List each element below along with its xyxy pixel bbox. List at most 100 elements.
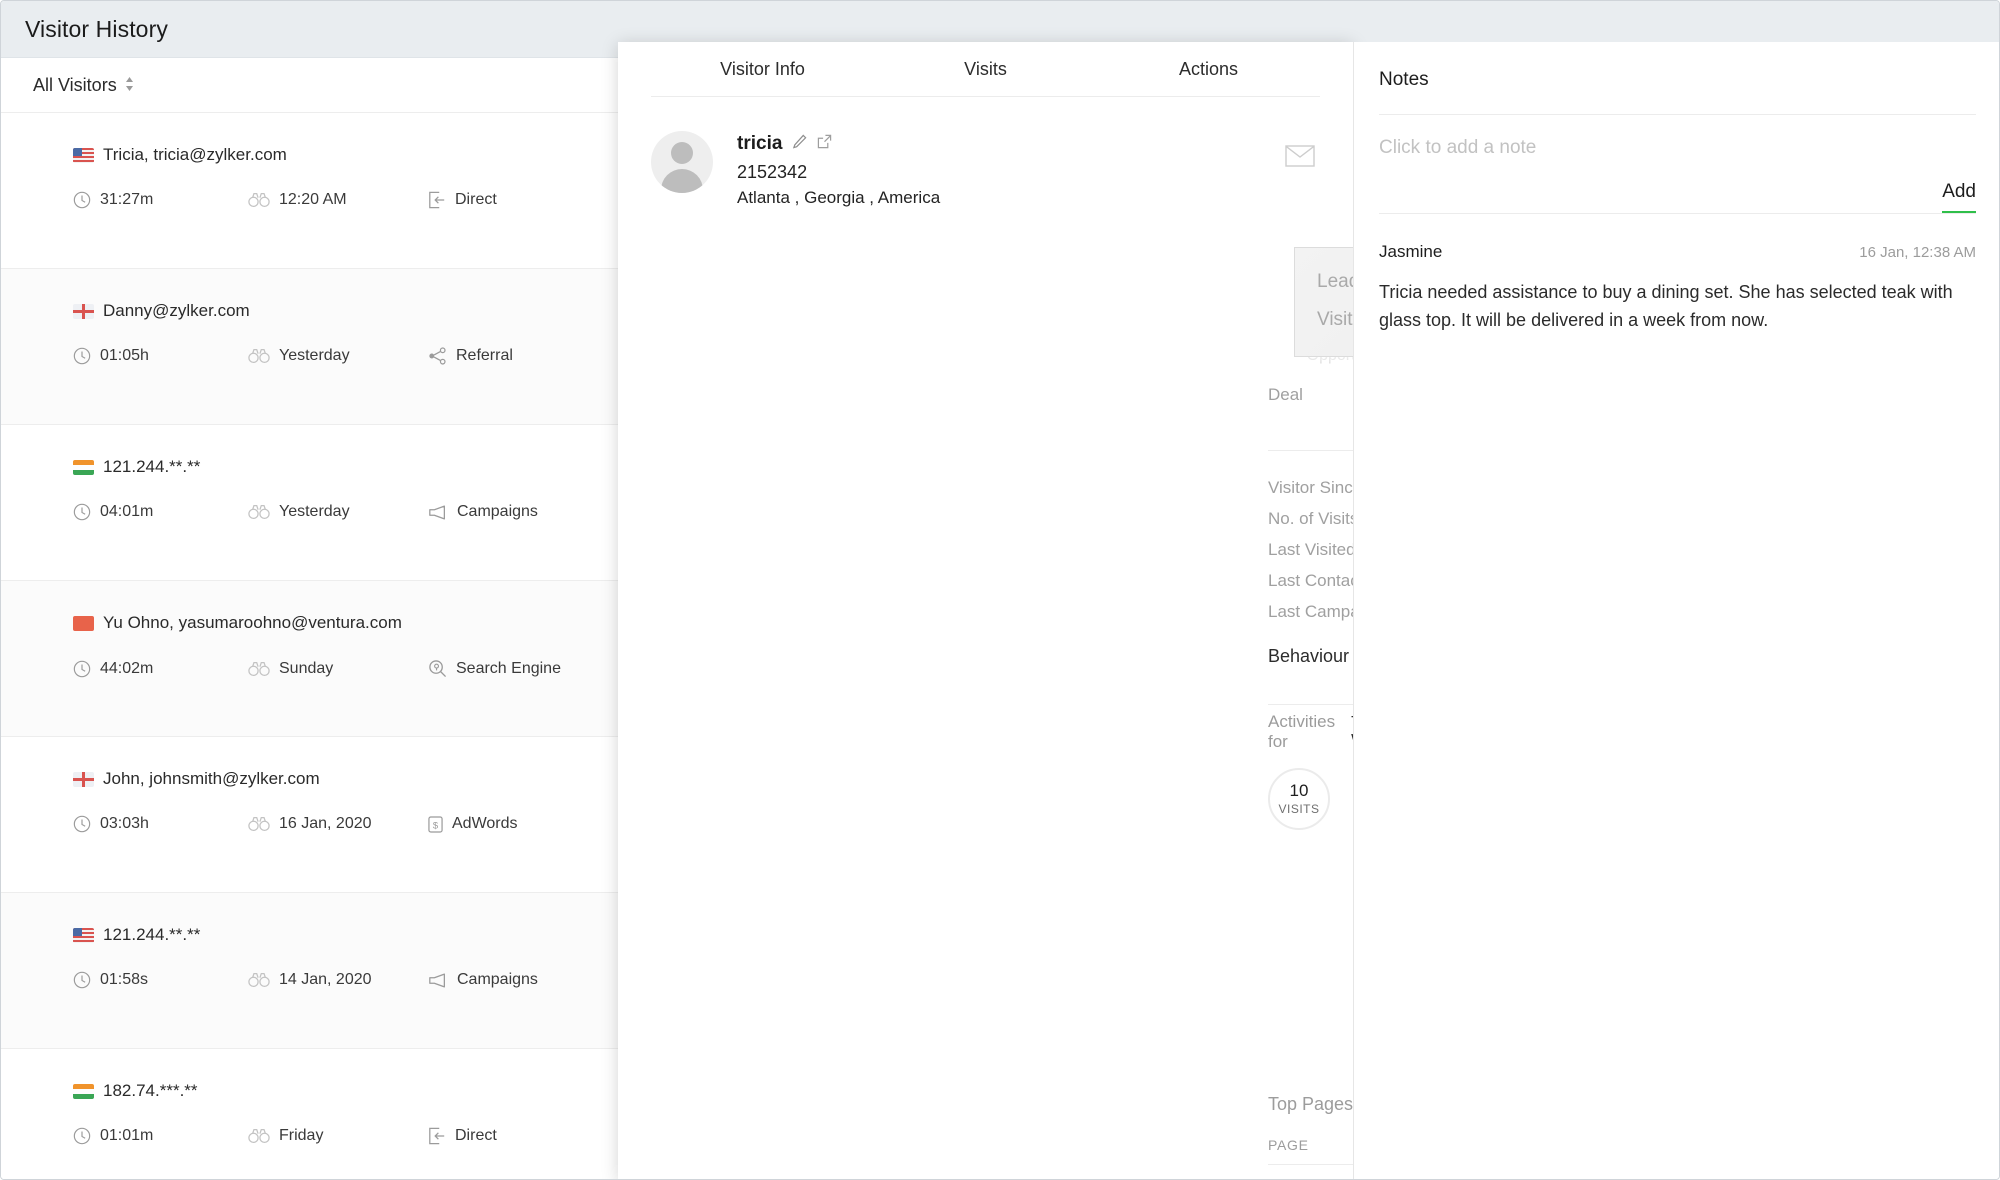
visitor-item-name: 121.244.**.** xyxy=(73,457,621,477)
visitor-item-name: Danny@zylker.com xyxy=(73,301,621,321)
visits-badge: 10 VISITS xyxy=(1268,768,1330,830)
direct-icon xyxy=(428,1127,446,1145)
adwords-icon: $ xyxy=(428,816,443,833)
last-seen: Friday xyxy=(248,1127,428,1145)
activities-label: Activities for xyxy=(1268,712,1335,752)
country-flag-icon xyxy=(73,928,94,943)
detail-last-contacted-by: Last Contacted by : JasmineviaChat xyxy=(1268,565,1353,596)
visitor-item-name: Yu Ohno, yasumaroohno@ventura.com xyxy=(73,613,621,633)
campaign-icon xyxy=(428,972,448,989)
detail-key: Last Visited xyxy=(1268,540,1353,560)
lead-score-row: Lead Score : 480 xyxy=(1317,266,1353,294)
envelope-icon[interactable] xyxy=(1285,145,1315,172)
visitor-detail-card: Visitor Info Visits Actions tricia 21523… xyxy=(618,42,1353,1180)
binoculars-icon xyxy=(248,972,270,988)
visitor-list-item[interactable]: John, johnsmith@zylker.com 03:03h16 Jan, … xyxy=(1,737,621,893)
note-date: 16 Jan, 12:38 AM xyxy=(1859,244,1976,261)
tab-actions[interactable]: Actions xyxy=(1097,59,1320,80)
traffic-source: Direct xyxy=(428,191,497,209)
detail-last-visited: Last Visited : Today xyxy=(1268,534,1353,565)
country-flag-icon xyxy=(73,148,94,163)
top-pages-header: PAGE VISITS TIME xyxy=(1268,1137,1353,1165)
detail-tabs: Visitor Info Visits Actions xyxy=(651,42,1320,97)
detail-last-campaign-sent: Last Campaign Sent : Easter Sale: Discou… xyxy=(1268,596,1353,627)
visits-count: 10 xyxy=(1290,782,1309,799)
visitor-name: tricia xyxy=(737,133,782,155)
clock-icon xyxy=(73,1127,91,1145)
visitor-item-name: John, johnsmith@zylker.com xyxy=(73,769,621,789)
add-note-button[interactable]: Add xyxy=(1942,181,1976,213)
clock-icon xyxy=(73,971,91,989)
visitor-list-item[interactable]: Yu Ohno, yasumaroohno@ventura.com44:02mS… xyxy=(1,581,621,737)
clock-icon xyxy=(73,660,91,678)
clock-icon xyxy=(73,191,91,209)
visitor-type-label: Visitor Type xyxy=(1317,309,1353,331)
country-flag-icon xyxy=(73,616,94,631)
tab-visitor-info[interactable]: Visitor Info xyxy=(651,59,874,80)
lead-score-card: Lead Score : 480 Visitor Type : Contact xyxy=(1294,247,1353,357)
visitor-history-app: Visitor History All Visitors Tricia, tri… xyxy=(0,0,2000,1180)
visitor-item-name: 121.244.**.** xyxy=(73,925,621,945)
subtab-behaviour[interactable]: Behaviour xyxy=(1268,646,1353,667)
visitor-list-item[interactable]: Tricia, tricia@zylker.com31:27m12:20 AMD… xyxy=(1,113,621,269)
visit-duration: 01:01m xyxy=(73,1127,248,1145)
detail-key: Visitor Since xyxy=(1268,478,1353,498)
traffic-source: Search Engine xyxy=(428,659,561,678)
traffic-source: Campaigns xyxy=(428,971,538,989)
binoculars-icon xyxy=(248,348,270,364)
sort-icon[interactable] xyxy=(125,77,134,94)
visitor-list-item[interactable]: Danny@zylker.com01:05hYesterdayReferral xyxy=(1,269,621,425)
behaviour-subtabs: Behaviour Zoho CRM Info xyxy=(1268,646,1353,667)
country-flag-icon xyxy=(73,304,94,319)
activities-filter: Activities for This Week This Month xyxy=(1268,712,1353,752)
tab-visits[interactable]: Visits xyxy=(874,59,1097,80)
visitor-filter-row[interactable]: All Visitors xyxy=(1,58,621,113)
referral-icon xyxy=(428,347,447,365)
detail-no-of-visits: No. of Visits : 201 xyxy=(1268,503,1353,534)
note-author: Jasmine xyxy=(1379,242,1442,262)
visitor-list-item[interactable]: 121.244.**.**01:58s14 Jan, 2020Campaigns xyxy=(1,893,621,1049)
last-seen: Sunday xyxy=(248,659,428,678)
visit-duration: 03:03h xyxy=(73,815,248,833)
page-title: Visitor History xyxy=(25,16,168,43)
visitor-type-row: Visitor Type : Contact xyxy=(1317,304,1353,332)
country-flag-icon xyxy=(73,772,94,787)
clock-icon xyxy=(73,503,91,521)
binoculars-icon xyxy=(248,504,270,520)
last-seen: 12:20 AM xyxy=(248,191,428,209)
detail-visitor-since: Visitor Since : Feb, 2019viaDirect Traff… xyxy=(1268,472,1353,503)
top-pages-section: Top Pages PAGE VISITS TIME zylker-auto.w… xyxy=(1268,1094,1353,1180)
visitor-item-name: 182.74.***.** xyxy=(73,1081,621,1101)
country-flag-icon xyxy=(73,1084,94,1099)
traffic-source: Direct xyxy=(428,1127,497,1145)
visitor-list-item[interactable]: 182.74.***.** 01:01mFridayDirect xyxy=(1,1049,621,1180)
note-body: Tricia needed assistance to buy a dining… xyxy=(1379,279,1976,335)
traffic-source: $AdWords xyxy=(428,815,518,833)
visitor-id: 2152342 xyxy=(737,162,940,183)
add-note-row: Add xyxy=(1379,181,1976,214)
notes-pane: Notes Click to add a note Add Jasmine 16… xyxy=(1353,42,2000,1180)
lead-score-label: Lead Score xyxy=(1317,271,1353,293)
visitor-details: Visitor Since : Feb, 2019viaDirect Traff… xyxy=(1268,472,1353,627)
campaign-icon xyxy=(428,504,448,521)
last-seen: Yesterday xyxy=(248,503,428,521)
last-seen: 16 Jan, 2020 xyxy=(248,815,428,833)
detail-key: Last Campaign Sent xyxy=(1268,602,1353,622)
note-input[interactable]: Click to add a note xyxy=(1354,115,2000,159)
pencil-icon[interactable] xyxy=(792,134,807,154)
visitor-list-item[interactable]: 121.244.**.**04:01mYesterdayCampaigns xyxy=(1,425,621,581)
avatar xyxy=(651,131,713,193)
list-item: Jasmine 16 Jan, 12:38 AM Tricia needed a… xyxy=(1354,214,2000,335)
detail-key: Last Contacted by xyxy=(1268,571,1353,591)
binoculars-icon xyxy=(248,661,270,677)
country-flag-icon xyxy=(73,460,94,475)
profile-block: tricia 2152342 Atlanta , Georgia , Ameri… xyxy=(618,97,1353,208)
external-link-icon[interactable] xyxy=(817,134,832,154)
visitor-item-name: Tricia, tricia@zylker.com xyxy=(73,145,621,165)
visitor-list-pane: All Visitors Tricia, tricia@zylker.com31… xyxy=(1,58,621,1180)
search-engine-icon xyxy=(428,659,447,678)
last-seen: Yesterday xyxy=(248,347,428,365)
divider-deal xyxy=(1268,450,1353,451)
last-seen: 14 Jan, 2020 xyxy=(248,971,428,989)
column-page: PAGE xyxy=(1268,1137,1353,1154)
